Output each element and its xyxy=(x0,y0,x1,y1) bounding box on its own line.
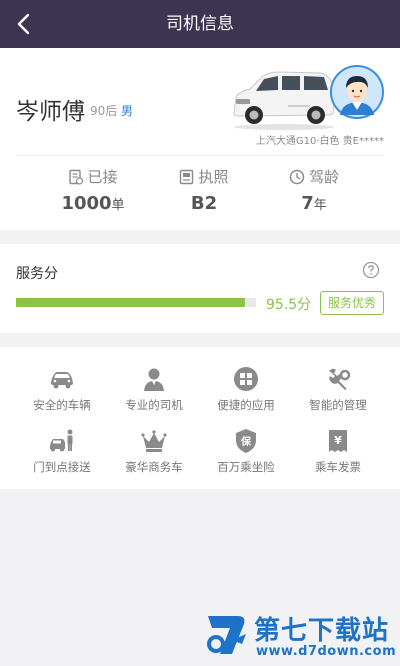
order-icon xyxy=(69,169,84,185)
service-level-badge: 服务优秀 xyxy=(320,291,384,315)
feature-safe-vehicle: 安全的车辆 xyxy=(12,365,112,419)
driver-avatar xyxy=(330,65,384,119)
stat-label: 驾龄 xyxy=(308,168,339,186)
divider xyxy=(16,155,384,156)
insurance-icon: 保 xyxy=(236,429,256,453)
feature-million-insurance: 保 百万乘坐险 xyxy=(196,427,296,481)
driver-name: 岑师傅 xyxy=(16,99,85,125)
stat-value: B2 xyxy=(190,193,218,214)
watermark-url: www.d7down.com xyxy=(256,644,397,659)
page-title: 司机信息 xyxy=(166,14,234,34)
features-grid: 安全的车辆 专业的司机 便捷的应用 智能的管理 门到点接送 豪华商务车 保 百万… xyxy=(0,347,400,489)
d7down-logo-icon xyxy=(207,616,246,654)
stat-unit: 年 xyxy=(313,198,327,213)
feature-label: 门到点接送 xyxy=(33,460,91,474)
feature-ride-invoice: ¥ 乘车发票 xyxy=(288,427,388,481)
site-watermark: 第七下载站 www.d7down.com xyxy=(200,606,396,662)
door-pickup-icon xyxy=(50,429,73,452)
car-plate-info: 上汽大通G10·白色 贵E***** xyxy=(255,136,384,147)
feature-label: 乘车发票 xyxy=(315,460,361,474)
feature-label: 百万乘坐险 xyxy=(217,460,275,474)
invoice-icon: ¥ xyxy=(329,430,347,452)
stat-label: 执照 xyxy=(198,168,229,186)
feature-smart-management: 智能的管理 xyxy=(288,365,388,419)
svg-text:保: 保 xyxy=(240,435,252,448)
feature-door-pickup: 门到点接送 xyxy=(12,427,112,481)
feature-convenient-app: 便捷的应用 xyxy=(196,365,296,419)
feature-label: 安全的车辆 xyxy=(33,398,91,412)
stat-driving-years: 驾龄 7年 xyxy=(249,166,379,217)
feature-luxury-business-car: 豪华商务车 xyxy=(104,427,204,481)
feature-label: 豪华商务车 xyxy=(125,460,183,474)
service-score-title: 服务分 xyxy=(16,266,58,282)
car-icon xyxy=(51,372,73,389)
driver-age-group: 90后 xyxy=(90,104,118,118)
tools-icon xyxy=(329,368,351,390)
stat-value: 7 xyxy=(301,193,314,214)
feature-label: 智能的管理 xyxy=(309,398,367,412)
driver-info-card: 岑师傅 90后 男 上汽大通G10·白色 贵E***** 已接 1000单 执照… xyxy=(0,48,400,230)
clock-icon xyxy=(289,169,305,185)
watermark-title: 第七下载站 xyxy=(254,616,390,646)
driver-icon xyxy=(144,368,164,391)
service-score-progress xyxy=(16,298,256,307)
service-score-value: 95.5分 xyxy=(266,297,312,313)
license-icon xyxy=(180,169,194,185)
help-icon[interactable] xyxy=(362,261,380,279)
service-score-card: 服务分 95.5分 服务优秀 xyxy=(0,244,400,333)
feature-label: 便捷的应用 xyxy=(217,398,275,412)
feature-label: 专业的司机 xyxy=(125,398,183,412)
svg-text:¥: ¥ xyxy=(334,434,342,447)
car-image xyxy=(233,71,335,130)
crown-icon xyxy=(141,430,167,452)
stat-value: 1000 xyxy=(61,193,112,214)
apps-icon xyxy=(234,367,258,391)
driver-gender: 男 xyxy=(121,104,134,118)
service-score-progress-fill xyxy=(16,298,246,307)
stat-label: 已接 xyxy=(87,168,118,186)
stat-unit: 单 xyxy=(111,198,125,213)
feature-pro-driver: 专业的司机 xyxy=(104,365,204,419)
top-bar: 司机信息 xyxy=(0,0,400,48)
